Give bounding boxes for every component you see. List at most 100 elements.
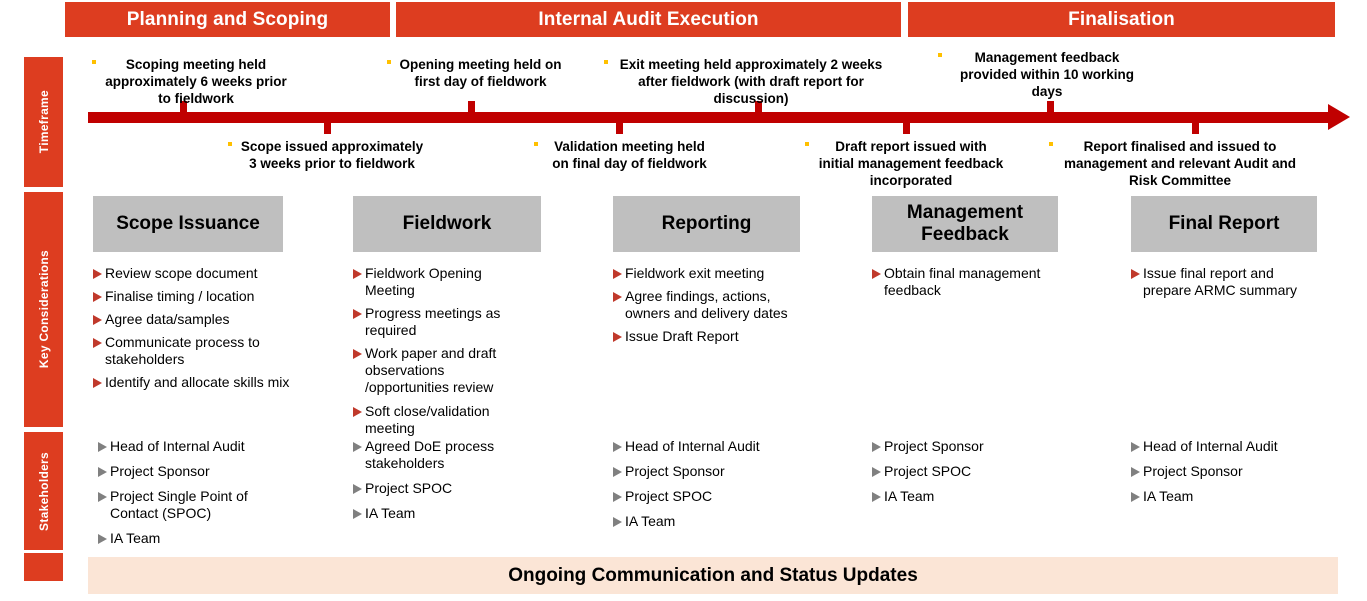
timeline-caption-text: Validation meeting held on final day of … <box>552 139 707 171</box>
stage-box-title: Final Report <box>1168 212 1280 234</box>
list-item: Fieldwork Opening Meeting <box>353 265 526 299</box>
list-item-label: Issue Draft Report <box>625 328 739 345</box>
list-item-label: Project Sponsor <box>884 438 984 454</box>
bullet-triangle-icon <box>98 534 107 545</box>
bullet-triangle-icon <box>1131 442 1140 452</box>
list-item-label: Soft close/validation meeting <box>365 402 490 436</box>
timeline-tick-up-4 <box>1047 101 1054 113</box>
ongoing-communication-label: Ongoing Communication and Status Updates <box>508 564 918 586</box>
list-item: Agree findings, actions, owners and deli… <box>613 288 813 322</box>
bullet-triangle-icon <box>613 492 622 503</box>
bullet-triangle-icon <box>93 269 102 279</box>
stage-box-title: Scope Issuance <box>116 212 260 234</box>
list-item-label: Identify and allocate skills mix <box>105 374 290 391</box>
timeline-tick-down-2 <box>616 122 623 134</box>
stakeholders-column-reporting: Head of Internal Audit Project Sponsor Pro… <box>613 438 803 538</box>
rail-label-timeframe: Timeframe <box>24 57 63 187</box>
list-item-label: Agree findings, actions, owners and deli… <box>625 288 788 322</box>
timeline-caption-below-4: Report finalised and issued to managemen… <box>1049 138 1300 189</box>
list-item-label: Review scope document <box>105 265 258 281</box>
bullet-triangle-icon <box>98 442 107 452</box>
bullet-triangle-icon <box>613 517 622 528</box>
bullet-triangle-icon <box>872 467 881 478</box>
stage-box-title: Management Feedback <box>906 201 1024 245</box>
list-item-label: Project SPOC <box>365 480 453 497</box>
list-item-label: IA Team <box>884 488 935 505</box>
list-item: Progress meetings as required <box>353 305 526 339</box>
list-item: Head of Internal Audit <box>98 438 288 455</box>
list-item: IA Team <box>1131 488 1321 505</box>
list-item-label: Project SPOC <box>884 463 972 480</box>
phase-header-label: Finalisation <box>1068 8 1175 30</box>
bullet-triangle-icon <box>872 442 881 452</box>
list-item-label: Fieldwork Opening Meeting <box>365 265 482 299</box>
list-item-label: IA Team <box>365 505 416 522</box>
bullet-dot-icon <box>1049 142 1053 146</box>
phase-header-label: Internal Audit Execution <box>538 8 759 30</box>
bullet-triangle-icon <box>1131 492 1140 503</box>
list-item: Review scope document <box>93 265 293 282</box>
list-item-label: Project SPOC <box>625 488 713 505</box>
bullet-triangle-icon <box>1131 269 1140 279</box>
rail-marker-ongoing <box>24 553 63 581</box>
timeline-caption-text: Management feedback provided within 10 w… <box>959 50 1135 99</box>
list-item: Communicate process to stakeholders <box>93 334 293 368</box>
timeline-caption-text: Report finalised and issued to managemen… <box>1063 139 1297 188</box>
considerations-column-scope-issuance: Review scope document Finalise timing / l… <box>93 265 293 397</box>
considerations-column-final-report: Issue final report and prepare ARMC summ… <box>1131 265 1323 305</box>
list-item: IA Team <box>353 505 528 522</box>
timeline-caption-text: Scope issued approximately 3 weeks prior… <box>240 139 424 171</box>
bullet-triangle-icon <box>353 509 362 520</box>
bullet-dot-icon <box>534 142 538 146</box>
bullet-triangle-icon <box>98 467 107 478</box>
list-item-label: Issue final report and prepare ARMC summ… <box>1143 265 1298 299</box>
timeline-caption-below-3: Draft report issued with initial managem… <box>805 138 1006 189</box>
bullet-triangle-icon <box>872 492 881 503</box>
phase-header-planning-and-scoping: Planning and Scoping <box>65 2 390 37</box>
list-item: Issue Draft Report <box>613 328 813 345</box>
timeline-axis <box>88 112 1338 123</box>
considerations-column-management-feedback: Obtain final management feedback <box>872 265 1064 305</box>
bullet-triangle-icon <box>872 269 881 279</box>
timeline-caption-text: Scoping meeting held approximately 6 wee… <box>105 57 287 106</box>
timeline-tick-down-1 <box>324 122 331 134</box>
bullet-triangle-icon <box>93 292 102 303</box>
ongoing-communication-banner: Ongoing Communication and Status Updates <box>88 557 1338 594</box>
list-item: Agreed DoE process stakeholders <box>353 438 528 472</box>
stakeholders-column-management-feedback: Project Sponsor Project SPOC IA Team <box>872 438 1062 513</box>
list-item-label: Head of Internal Audit <box>110 438 245 454</box>
timeline-caption-text: Draft report issued with initial managem… <box>818 139 1004 188</box>
list-item: Issue final report and prepare ARMC summ… <box>1131 265 1323 299</box>
phase-header-finalisation: Finalisation <box>908 2 1335 37</box>
bullet-triangle-icon <box>353 406 362 417</box>
list-item: IA Team <box>872 488 1062 505</box>
list-item: Project Sponsor <box>872 438 1062 455</box>
list-item: Obtain final management feedback <box>872 265 1064 299</box>
rail-label-text: Key Considerations <box>36 250 51 369</box>
stage-box-reporting: Reporting <box>613 196 800 252</box>
list-item: Agree data/samples <box>93 311 293 328</box>
list-item-label: Agree data/samples <box>105 311 230 328</box>
process-timeline-diagram: Planning and Scoping Internal Audit Exec… <box>0 0 1367 601</box>
stakeholders-column-final-report: Head of Internal Audit Project Sponsor IA … <box>1131 438 1321 513</box>
list-item-label: Communicate process to stakeholders <box>105 334 260 368</box>
list-item: Project Sponsor <box>98 463 288 480</box>
bullet-triangle-icon <box>613 467 622 478</box>
list-item-label: Project Sponsor <box>110 463 210 480</box>
rail-label-stakeholders: Stakeholders <box>24 432 63 550</box>
list-item: Project SPOC <box>872 463 1062 480</box>
list-item: Fieldwork exit meeting <box>613 265 813 282</box>
bullet-triangle-icon <box>93 338 102 349</box>
timeline-caption-above-4: Management feedback provided within 10 w… <box>938 49 1145 100</box>
bullet-dot-icon <box>387 60 391 64</box>
timeline-caption-above-2: Opening meeting held on first day of fie… <box>387 56 563 90</box>
bullet-dot-icon <box>228 142 232 146</box>
stage-box-title: Reporting <box>661 212 752 234</box>
stakeholders-column-fieldwork: Agreed DoE process stakeholders Project S… <box>353 438 528 530</box>
stage-box-fieldwork: Fieldwork <box>353 196 541 252</box>
timeline-tick-down-3 <box>903 122 910 134</box>
list-item: Project Sponsor <box>613 463 803 480</box>
bullet-dot-icon <box>805 142 809 146</box>
bullet-triangle-icon <box>93 315 102 326</box>
timeline-caption-below-1: Scope issued approximately 3 weeks prior… <box>228 138 425 172</box>
